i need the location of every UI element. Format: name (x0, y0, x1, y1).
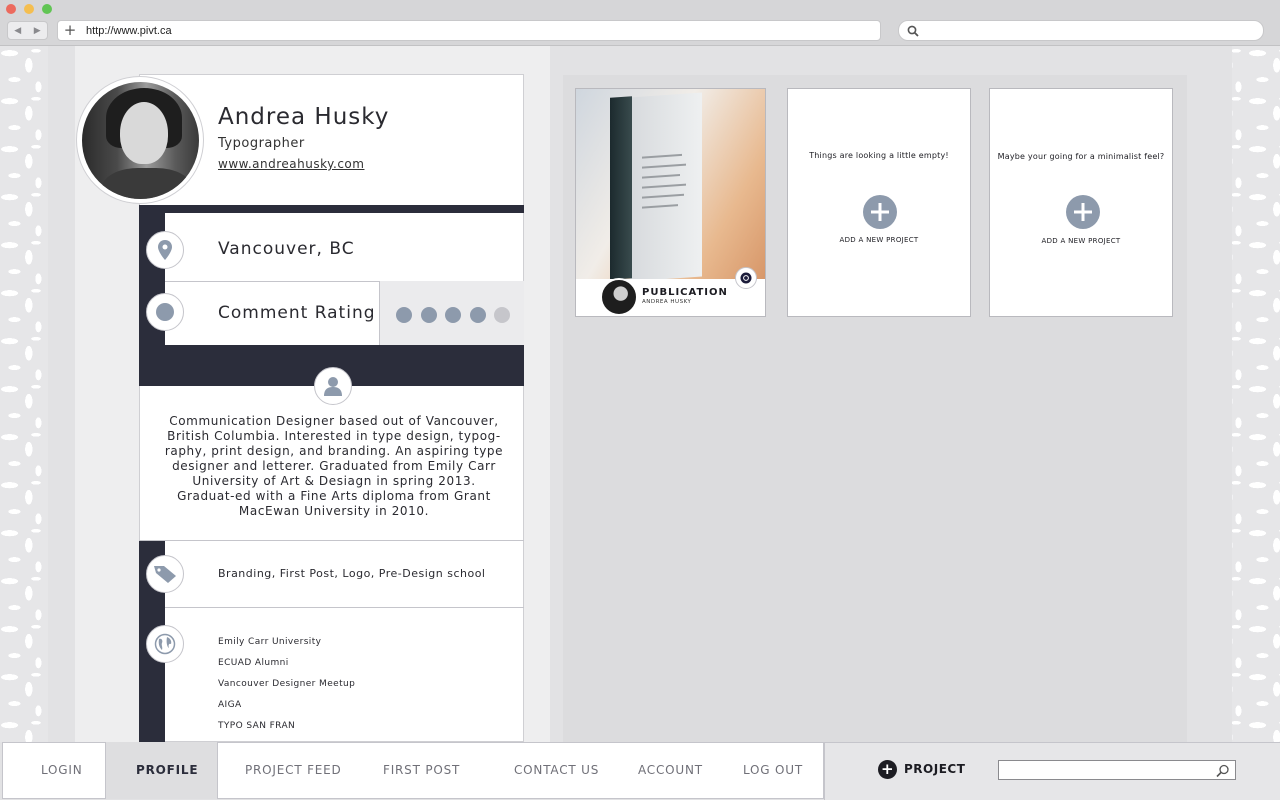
globe-icon (146, 625, 184, 663)
profile-tags: Branding, First Post, Logo, Pre-Design s… (218, 567, 486, 580)
add-project-button[interactable]: + PROJECT (878, 759, 965, 779)
profile-location: Vancouver, BC (218, 239, 355, 259)
empty-slot-message: Things are looking a little empty! (809, 151, 949, 160)
nav-contact-us[interactable]: CONTACT US (514, 763, 599, 777)
rating-icon (146, 293, 184, 331)
url-text[interactable]: http://www.pivt.ca (86, 25, 172, 37)
row-divider (139, 540, 524, 541)
avatar[interactable] (82, 82, 199, 199)
plus-icon: + (878, 759, 897, 779)
project-author-avatar[interactable] (600, 278, 638, 316)
browser-search-field[interactable] (898, 20, 1264, 41)
comment-icon[interactable] (735, 267, 757, 289)
rating-dot-filled (445, 307, 461, 323)
nav-account[interactable]: ACCOUNT (638, 763, 703, 777)
back-arrow-icon[interactable]: ◀ (14, 26, 21, 36)
add-icon[interactable] (863, 195, 897, 229)
project-author: ANDREA HUSKY (642, 299, 692, 305)
divider-stripe (139, 205, 524, 213)
browser-chrome: ◀ ▶ + http://www.pivt.ca (0, 0, 1280, 46)
add-icon[interactable] (1066, 195, 1100, 229)
location-pin-icon (146, 231, 184, 269)
profile-website-link[interactable]: www.andreahusky.com (218, 157, 364, 171)
profile-role: Typographer (218, 136, 305, 151)
empty-slot-message: Maybe your going for a minimalist feel? (997, 152, 1165, 161)
project-thumbnail[interactable] (576, 89, 765, 282)
search-icon (907, 25, 919, 37)
project-title: PUBLICATION (642, 287, 728, 298)
add-project-link[interactable]: ADD A NEW PROJECT (788, 236, 970, 244)
group-item[interactable]: Emily Carr University (218, 637, 321, 647)
person-icon (314, 367, 352, 405)
add-project-label: PROJECT (904, 762, 966, 776)
window-maximize-button[interactable] (42, 4, 52, 14)
empty-project-slot: Things are looking a little empty! ADD A… (787, 88, 971, 317)
group-item[interactable]: TYPO SAN FRAN (218, 721, 295, 731)
profile-bio: Communication Designer based out of Vanc… (164, 414, 504, 518)
new-tab-plus-icon[interactable]: + (58, 21, 82, 40)
nav-profile[interactable]: PROFILE (136, 763, 198, 777)
group-item[interactable]: ECUAD Alumni (218, 658, 289, 668)
back-forward-controls: ◀ ▶ (7, 21, 48, 40)
tag-icon (146, 555, 184, 593)
forward-arrow-icon[interactable]: ▶ (34, 26, 41, 36)
rating-dot-filled (420, 307, 437, 323)
search-icon[interactable] (1216, 764, 1230, 778)
window-close-button[interactable] (6, 4, 16, 14)
window-minimize-button[interactable] (24, 4, 34, 14)
group-item[interactable]: AIGA (218, 700, 242, 710)
search-input[interactable] (998, 760, 1236, 780)
empty-project-slot: Maybe your going for a minimalist feel? … (989, 88, 1173, 317)
rating-dot-filled (396, 307, 412, 323)
nav-first-post[interactable]: FIRST POST (383, 763, 460, 777)
address-bar[interactable]: + http://www.pivt.ca (57, 20, 881, 41)
group-item[interactable]: Vancouver Designer Meetup (218, 679, 355, 689)
nav-project-feed[interactable]: PROJECT FEED (245, 763, 342, 777)
nav-log-out[interactable]: LOG OUT (743, 763, 803, 777)
rating-dot-empty (494, 307, 510, 323)
nav-login[interactable]: LOGIN (41, 763, 83, 777)
comment-rating-label: Comment Rating (218, 303, 376, 323)
profile-name: Andrea Husky (218, 104, 390, 130)
rating-dot-filled (469, 307, 486, 323)
add-project-link[interactable]: ADD A NEW PROJECT (990, 237, 1172, 245)
row-divider (165, 607, 524, 608)
